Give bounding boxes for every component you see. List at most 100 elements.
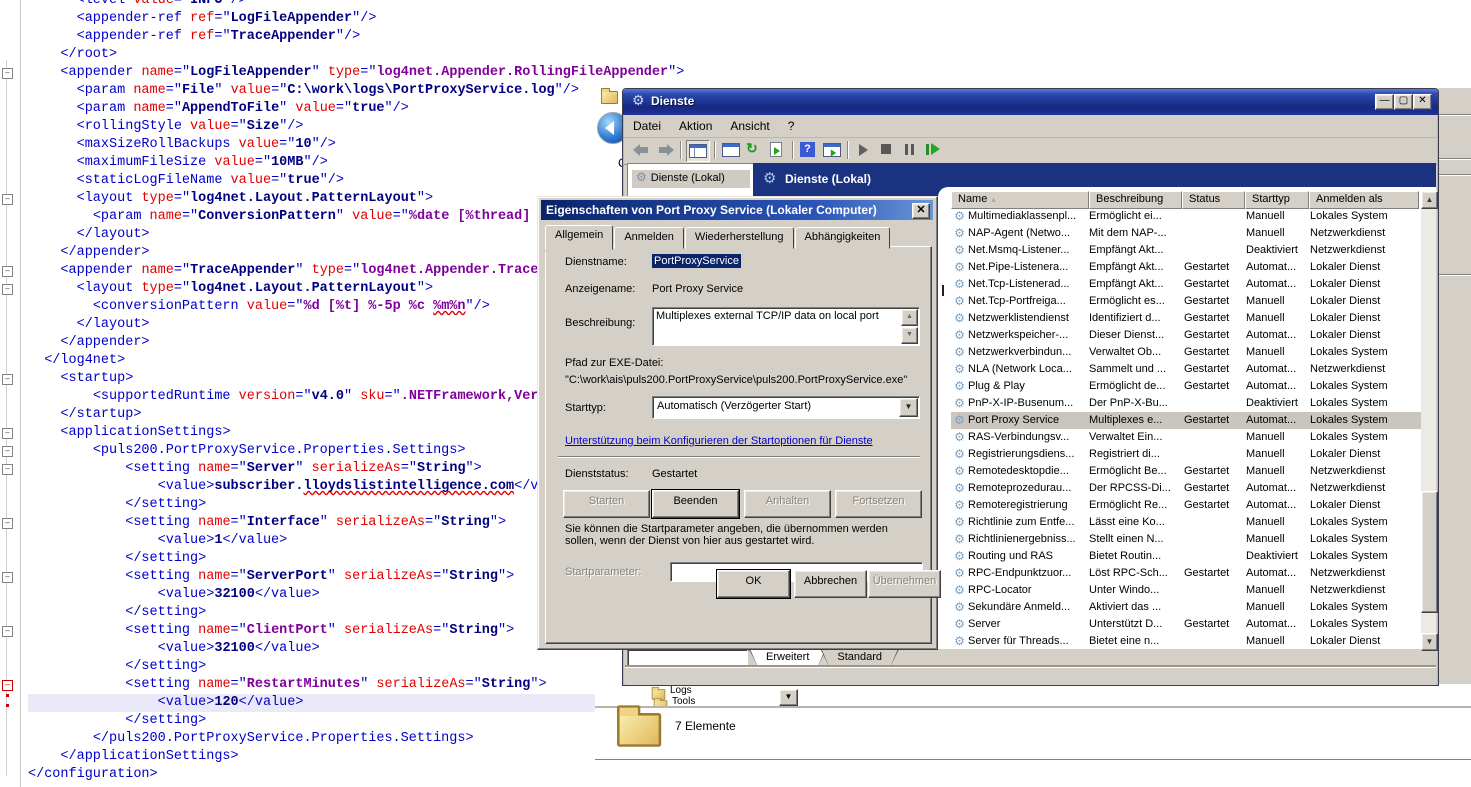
fold-marker-red[interactable]: –	[2, 680, 13, 691]
export-list-icon[interactable]	[766, 140, 788, 160]
extended-view-icon[interactable]	[821, 140, 843, 160]
table-row[interactable]: ⚙RAS-Verbindungsv...Verwaltet Ein...Manu…	[951, 429, 1421, 446]
tree-item-dienste-lokal[interactable]: ⚙Dienste (Lokal)	[632, 170, 750, 188]
beenden-button[interactable]: Beenden	[652, 490, 739, 518]
fold-marker[interactable]: –	[2, 68, 13, 79]
fortsetzen-button[interactable]: Fortsetzen	[835, 490, 922, 518]
show-tree-icon[interactable]	[686, 140, 710, 162]
help-icon[interactable]: ?	[798, 140, 820, 160]
close-button[interactable]: ✕	[1413, 94, 1432, 110]
table-row[interactable]: ⚙NAP-Agent (Netwo...Mit dem NAP-...Manue…	[951, 225, 1421, 242]
table-row[interactable]: ⚙ServerUnterstützt D...GestartetAutomat.…	[951, 616, 1421, 633]
forward-icon[interactable]	[654, 140, 676, 160]
table-row[interactable]: ⚙Richtlinie zum Entfe...Lässt eine Ko...…	[951, 514, 1421, 531]
dialog-tab-allgemein[interactable]: Allgemein	[545, 225, 613, 250]
combo-dropdown-button[interactable]: ▼	[779, 689, 798, 706]
table-row[interactable]: ⚙Net.Tcp-Listenerad...Empfängt Akt...Ges…	[951, 276, 1421, 293]
menu-item-ansicht[interactable]: Ansicht	[721, 115, 778, 133]
explorer-item[interactable]: Logs	[670, 685, 692, 696]
dialog-tab-abhängigkeiten[interactable]: Abhängigkeiten	[795, 227, 891, 249]
table-row[interactable]: ⚙Net.Tcp-Portfreiga...Ermöglicht es...Ge…	[951, 293, 1421, 310]
starttyp-combobox[interactable]: Automatisch (Verzögerter Start) ▼	[652, 396, 920, 419]
cell-starttyp: Manuell	[1246, 429, 1310, 446]
scroll-down-button[interactable]: ▼	[1421, 633, 1438, 651]
table-row[interactable]: ⚙NetzwerklistendienstIdentifiziert d...G…	[951, 310, 1421, 327]
fold-marker[interactable]: –	[2, 428, 13, 439]
dialog-close-icon[interactable]: ✕	[912, 203, 930, 219]
column-header-name[interactable]: Name ▲	[951, 191, 1089, 209]
start-service-icon[interactable]	[853, 140, 875, 160]
uebernehmen-button[interactable]: Übernehmen	[868, 570, 941, 598]
fold-marker[interactable]: –	[2, 374, 13, 385]
table-row[interactable]: ⚙Richtlinienergebniss...Stellt einen N..…	[951, 531, 1421, 548]
fold-marker[interactable]: –	[2, 266, 13, 277]
cell-status: Gestartet	[1184, 463, 1246, 480]
table-row[interactable]: ⚙RPC-LocatorUnter Windo...ManuellNetzwer…	[951, 582, 1421, 599]
table-row[interactable]: ⚙Net.Pipe-Listenera...Empfängt Akt...Ges…	[951, 259, 1421, 276]
column-header-status[interactable]: Status	[1182, 191, 1245, 209]
abbrechen-button[interactable]: Abbrechen	[794, 570, 867, 598]
vertical-scrollbar[interactable]: ▲ ▼	[1421, 191, 1436, 649]
view-tab-standard[interactable]: Standard	[820, 649, 899, 667]
column-header-starttyp[interactable]: Starttyp	[1245, 191, 1309, 209]
table-row[interactable]: ⚙Remotedesktopdie...Ermöglicht Be...Gest…	[951, 463, 1421, 480]
table-row[interactable]: ⚙NLA (Network Loca...Sammelt und ...Gest…	[951, 361, 1421, 378]
dialog-title-bar[interactable]: Eigenschaften von Port Proxy Service (Lo…	[541, 200, 933, 220]
fold-marker[interactable]: –	[2, 446, 13, 457]
explorer-item[interactable]: Tools	[672, 696, 695, 706]
chevron-down-icon[interactable]: ▼	[899, 398, 918, 417]
restart-service-icon[interactable]	[922, 140, 944, 160]
table-row[interactable]: ⚙Port Proxy ServiceMultiplexes e...Gesta…	[951, 412, 1421, 429]
beschreibung-textarea[interactable]: Multiplexes external TCP/IP data on loca…	[652, 307, 920, 346]
table-row[interactable]: ⚙Routing und RASBietet Routin...Deaktivi…	[951, 548, 1421, 565]
bottom-text-field[interactable]	[627, 649, 748, 667]
column-header-anmelden-als[interactable]: Anmelden als	[1309, 191, 1419, 209]
startoptions-help-link[interactable]: Unterstützung beim Konfigurieren der Sta…	[565, 435, 873, 447]
scrollbar-thumb[interactable]	[1421, 491, 1438, 613]
table-row[interactable]: ⚙Plug & PlayErmöglicht de...GestartetAut…	[951, 378, 1421, 395]
anhalten-button[interactable]: Anhalten	[744, 490, 831, 518]
table-row[interactable]: ⚙Netzwerkverbindun...Verwaltet Ob...Gest…	[951, 344, 1421, 361]
table-row[interactable]: ⚙RemoteregistrierungErmöglicht Re...Gest…	[951, 497, 1421, 514]
pause-service-icon[interactable]	[899, 140, 921, 160]
menu-item-datei[interactable]: Datei	[624, 115, 670, 133]
table-row[interactable]: ⚙Multimediaklassenpl...Ermöglicht ei...M…	[951, 208, 1421, 225]
menu-item-aktion[interactable]: Aktion	[670, 115, 721, 133]
cell-anmelden-als: Lokaler Dienst	[1310, 293, 1418, 310]
dienstname-value[interactable]: PortProxyService	[652, 255, 741, 267]
fold-marker[interactable]: –	[2, 518, 13, 529]
column-header-beschreibung[interactable]: Beschreibung	[1089, 191, 1182, 209]
table-row[interactable]: ⚙Remoteprozedurau...Der RPCSS-Di...Gesta…	[951, 480, 1421, 497]
table-row[interactable]: ⚙Server für Threads...Bietet eine n...Ma…	[951, 633, 1421, 649]
starten-button[interactable]: Starten	[563, 490, 650, 518]
scroll-up-icon[interactable]: ▲	[901, 309, 918, 326]
fold-marker[interactable]: –	[2, 464, 13, 475]
fold-marker[interactable]: –	[2, 284, 13, 295]
stop-service-icon[interactable]	[876, 140, 898, 160]
table-row[interactable]: ⚙RPC-Endpunktzuor...Löst RPC-Sch...Gesta…	[951, 565, 1421, 582]
view-tab-erweitert[interactable]: Erweitert	[749, 649, 826, 667]
fold-marker[interactable]: –	[2, 626, 13, 637]
table-row[interactable]: ⚙Registrierungsdiens...Registriert di...…	[951, 446, 1421, 463]
maximize-button[interactable]: ▢	[1394, 94, 1413, 110]
scroll-down-icon[interactable]: ▼	[901, 327, 918, 344]
fold-marker[interactable]: –	[2, 572, 13, 583]
minimize-button[interactable]: —	[1375, 94, 1394, 110]
table-row[interactable]: ⚙Net.Msmq-Listener...Empfängt Akt...Deak…	[951, 242, 1421, 259]
back-icon[interactable]	[631, 140, 653, 160]
table-row[interactable]: ⚙Netzwerkspeicher-...Dieser Dienst...Ges…	[951, 327, 1421, 344]
table-row[interactable]: ⚙Sekundäre Anmeld...Aktiviert das ...Man…	[951, 599, 1421, 616]
fold-marker[interactable]: –	[2, 194, 13, 205]
code-line: </applicationSettings>	[28, 748, 624, 766]
menu-item-help[interactable]: ?	[779, 115, 804, 133]
cell-anmelden-als: Lokales System	[1310, 548, 1418, 565]
properties-icon[interactable]	[720, 140, 742, 160]
services-title-bar[interactable]: ⚙ Dienste — ▢ ✕	[623, 89, 1438, 115]
code-area[interactable]: <level value="INFO"/> <appender-ref ref=…	[28, 0, 624, 784]
refresh-icon[interactable]: ↻	[743, 140, 765, 160]
scroll-up-button[interactable]: ▲	[1421, 191, 1438, 209]
table-row[interactable]: ⚙PnP-X-IP-Busenum...Der PnP-X-Bu...Deakt…	[951, 395, 1421, 412]
dialog-tab-anmelden[interactable]: Anmelden	[614, 227, 684, 249]
dialog-tab-wiederherstellung[interactable]: Wiederherstellung	[685, 227, 794, 249]
ok-button[interactable]: OK	[717, 570, 790, 598]
